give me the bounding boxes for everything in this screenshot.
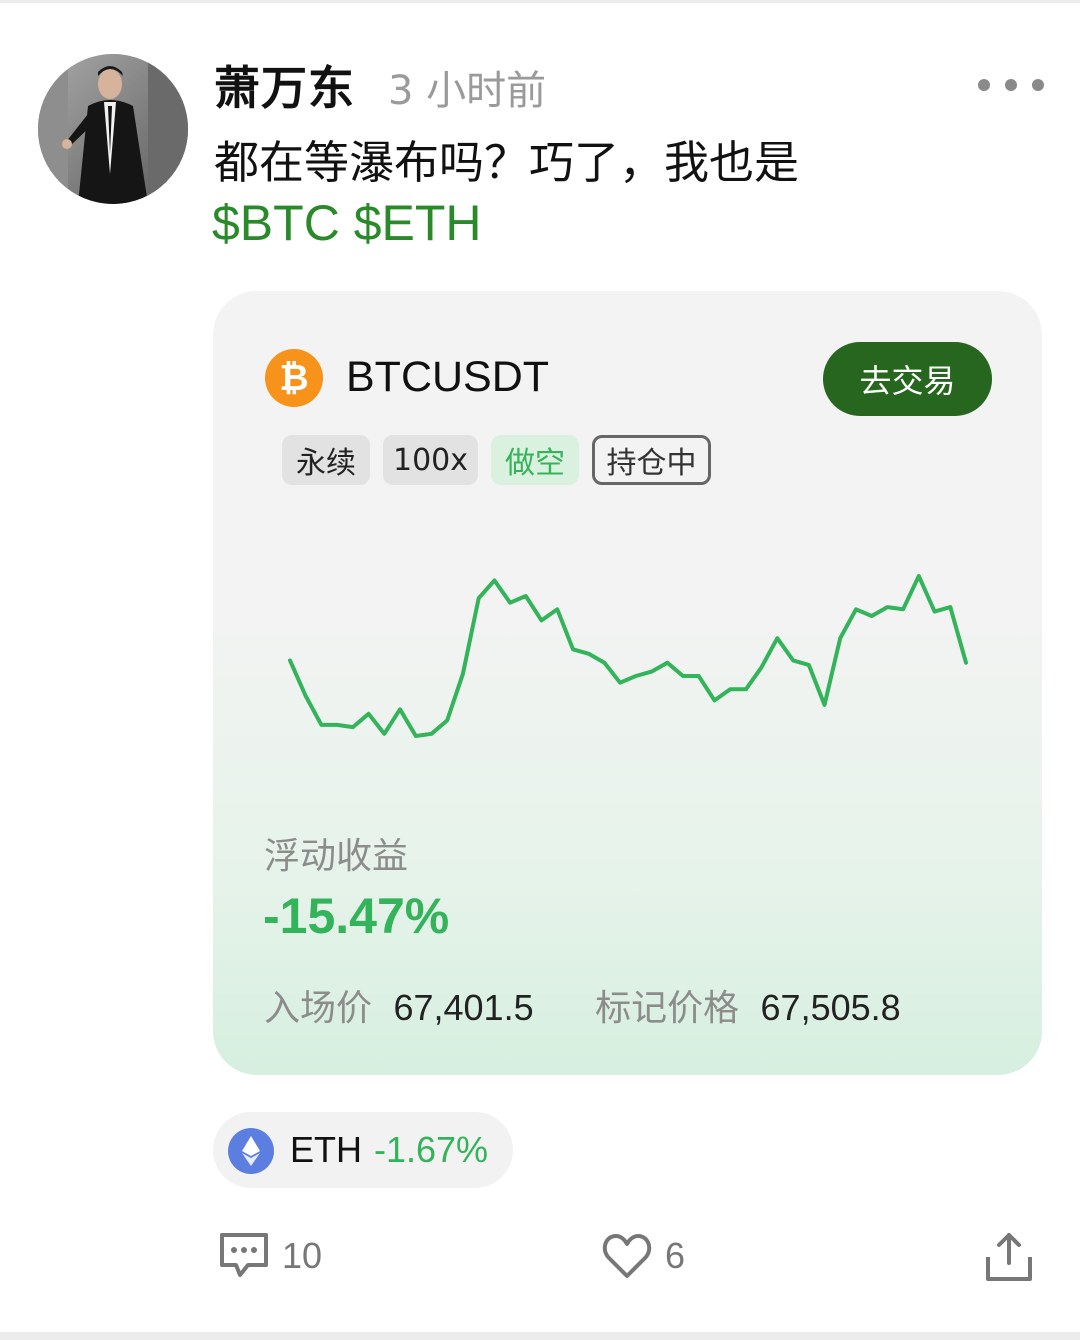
eth-ticker-chip[interactable]: ETH -1.67% xyxy=(213,1112,513,1188)
share-button[interactable] xyxy=(982,1226,1036,1286)
more-options-icon[interactable] xyxy=(978,62,1044,108)
pnl-value: -15.47% xyxy=(263,888,450,944)
entry-price-label: 入场价 xyxy=(264,988,373,1029)
comment-button[interactable]: 10 xyxy=(218,1226,322,1286)
comment-count: 10 xyxy=(282,1235,323,1276)
position-card[interactable]: ₿ BTCUSDT 去交易 永续 100x 做空 持仓中 浮动收益 -15.47… xyxy=(213,291,1042,1075)
eth-symbol: ETH xyxy=(290,1129,362,1170)
avatar[interactable] xyxy=(38,54,188,204)
top-divider xyxy=(0,0,1080,3)
mark-price-value: 67,505.8 xyxy=(760,987,901,1028)
entry-price-value: 67,401.5 xyxy=(393,987,534,1028)
like-count: 6 xyxy=(665,1235,686,1276)
like-button[interactable]: 6 xyxy=(601,1226,685,1286)
post-tickers: $BTC $ETH xyxy=(212,194,482,252)
post-text: 都在等瀑布吗？巧了，我也是 xyxy=(214,136,800,189)
comment-icon xyxy=(220,1233,268,1277)
heart-icon xyxy=(602,1234,652,1278)
post-time: 3 小时前 xyxy=(388,68,547,114)
ticker-link-eth[interactable]: $ETH xyxy=(354,195,482,251)
share-icon xyxy=(986,1233,1032,1281)
price-line xyxy=(288,574,968,738)
ethereum-icon xyxy=(228,1128,274,1174)
bottom-divider xyxy=(0,1332,1080,1340)
eth-change: -1.67% xyxy=(374,1129,489,1170)
mark-price-label: 标记价格 xyxy=(595,988,740,1029)
ticker-link-btc[interactable]: $BTC xyxy=(212,195,340,251)
pnl-label: 浮动收益 xyxy=(264,836,409,877)
username[interactable]: 萧万东 xyxy=(214,52,355,118)
price-row: 入场价 67,401.5 标记价格 67,505.8 xyxy=(264,979,901,1031)
price-chart xyxy=(288,574,968,738)
